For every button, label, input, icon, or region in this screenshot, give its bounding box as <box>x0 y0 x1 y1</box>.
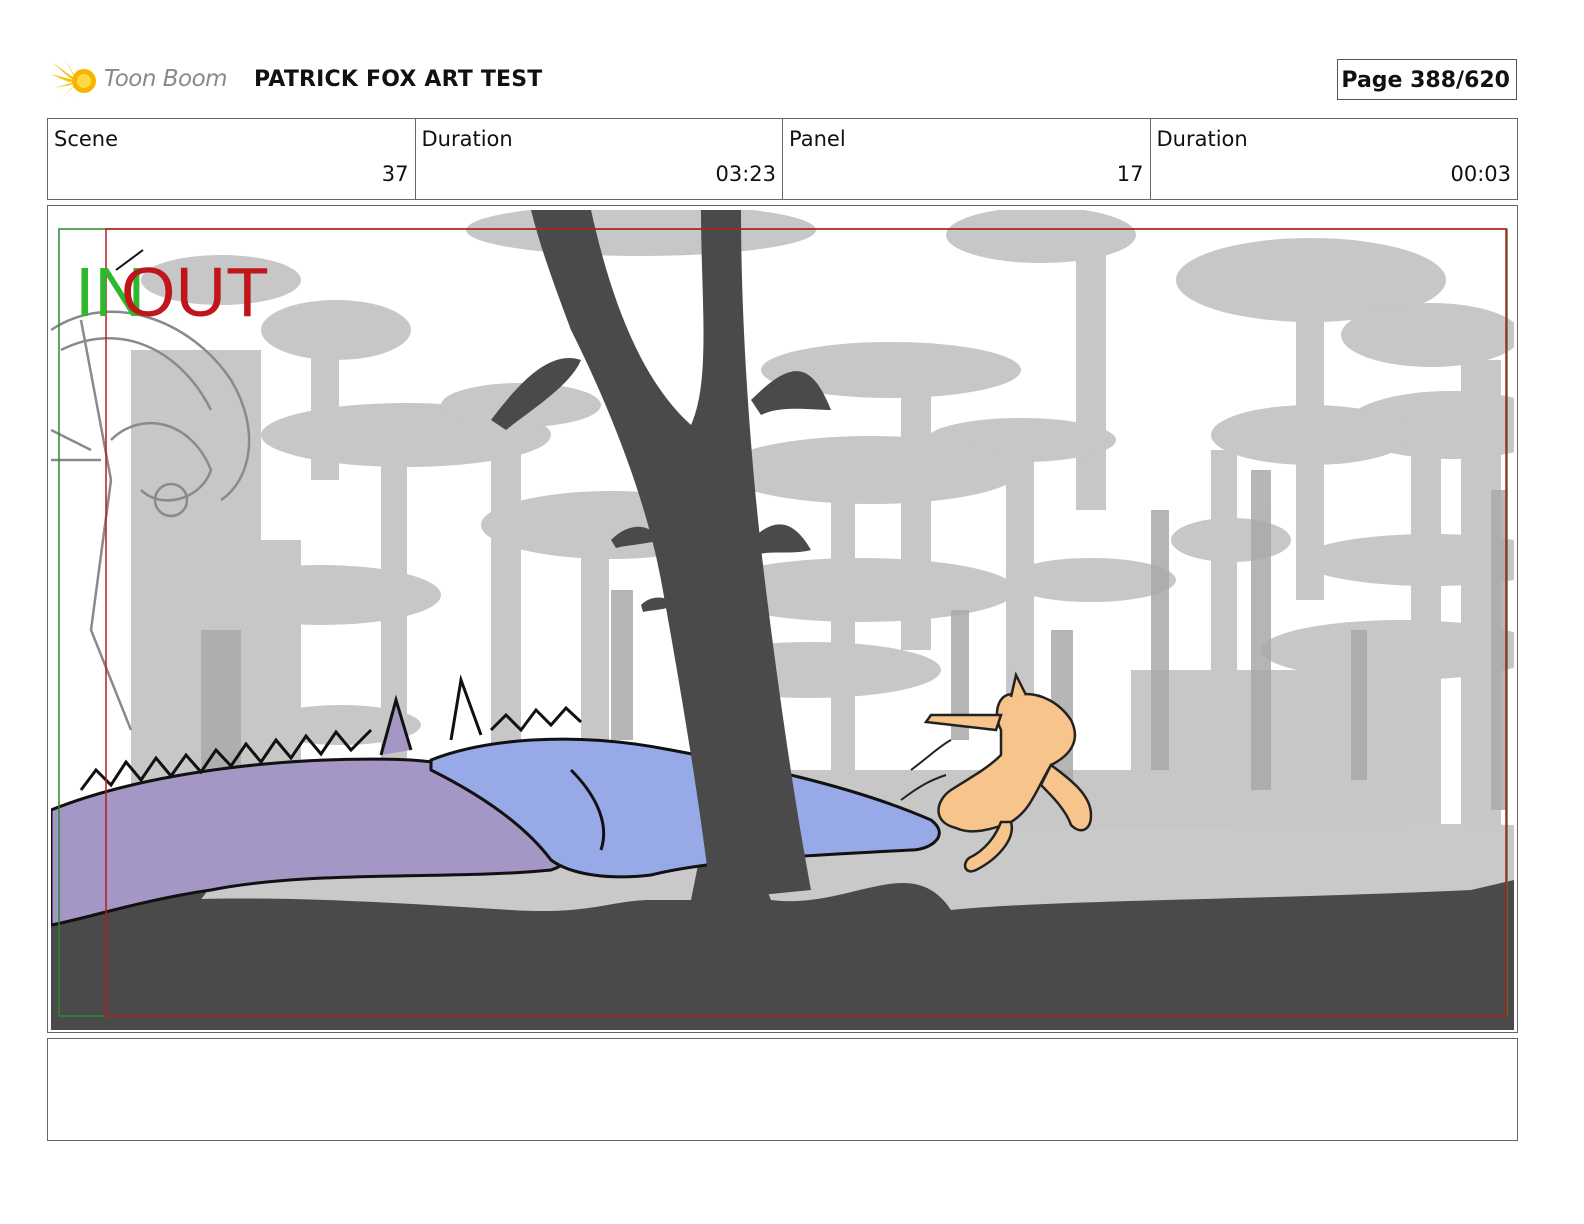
panel-duration-value: 00:03 <box>1450 162 1511 186</box>
storyboard-panel: IN OUT <box>47 205 1518 1033</box>
page-indicator-box: Page 388/620 <box>1337 59 1517 100</box>
panel-cell: Panel 17 <box>783 119 1151 199</box>
star-burst-icon <box>50 58 96 104</box>
scene-duration-label: Duration <box>421 127 513 151</box>
out-label: OUT <box>121 253 269 331</box>
panel-label: Panel <box>789 127 846 151</box>
panel-duration-cell: Duration 00:03 <box>1151 119 1518 199</box>
scene-value: 37 <box>381 162 409 186</box>
panel-value: 17 <box>1116 162 1144 186</box>
scene-duration-cell: Duration 03:23 <box>416 119 783 199</box>
scene-label: Scene <box>54 127 119 151</box>
logo-wordmark: Toon Boom <box>104 66 228 92</box>
page-indicator: Page 388/620 <box>1341 68 1510 93</box>
panel-notes-box[interactable] <box>47 1038 1518 1141</box>
project-title: PATRICK FOX ART TEST <box>254 67 543 92</box>
scene-cell: Scene 37 <box>48 119 416 199</box>
toon-boom-logo: Toon Boom <box>50 56 240 106</box>
panel-duration-label: Duration <box>1156 127 1248 151</box>
scene-info-table: Scene 37 Duration 03:23 Panel 17 Duratio… <box>47 118 1518 200</box>
scene-duration-value: 03:23 <box>715 162 776 186</box>
panel-artwork: IN OUT <box>51 210 1514 1030</box>
